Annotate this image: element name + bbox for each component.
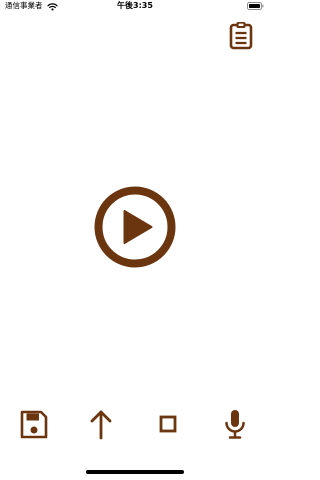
record-button[interactable] xyxy=(217,404,253,444)
bottom-toolbar xyxy=(0,404,270,446)
upload-button[interactable] xyxy=(83,404,119,444)
stop-icon xyxy=(159,415,177,433)
home-indicator[interactable] xyxy=(86,470,184,474)
clipboard-button[interactable] xyxy=(226,20,256,50)
play-button[interactable] xyxy=(94,186,176,268)
clipboard-icon xyxy=(229,22,253,50)
arrow-up-icon xyxy=(90,410,112,440)
microphone-icon xyxy=(225,410,245,439)
status-bar: 通信事業者 午後3:35 xyxy=(0,0,270,14)
battery-icon xyxy=(247,2,264,10)
stop-button[interactable] xyxy=(150,404,186,444)
status-time: 午後3:35 xyxy=(117,1,153,10)
save-button[interactable] xyxy=(16,404,52,444)
save-icon xyxy=(20,410,48,439)
play-circle-icon xyxy=(94,186,176,268)
